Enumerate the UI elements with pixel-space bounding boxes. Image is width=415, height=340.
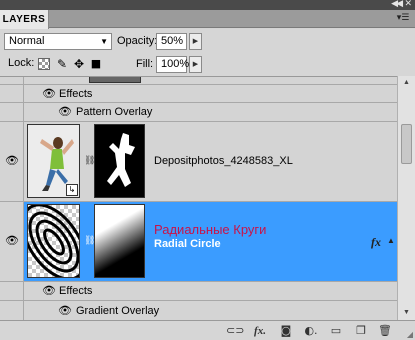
layer-name[interactable]: Depositphotos_4248583_XL xyxy=(154,155,293,167)
eye-icon[interactable]: 👁 xyxy=(42,88,56,100)
layers-bottom-toolbar: ⊂⊃ fx. ◙ ◐. ▭ ❐ 🗑 ◢ xyxy=(0,320,415,340)
layers-list: 👁 Effects 👁 Pattern Overlay 👁 ↳ ⛓ Deposi… xyxy=(0,76,397,320)
visibility-column xyxy=(0,77,24,84)
fill-slider-toggle[interactable]: ▶ xyxy=(189,56,202,73)
visibility-column: 👁 xyxy=(0,122,24,201)
lock-label: Lock: xyxy=(8,57,35,69)
effects-row-top[interactable]: 👁 Effects xyxy=(0,85,397,103)
effect-item-pattern-overlay[interactable]: 👁 Pattern Overlay xyxy=(0,103,397,122)
mask-silhouette-icon xyxy=(95,125,144,197)
layer-thumbnail-partial xyxy=(89,77,141,83)
tab-layers[interactable]: LAYERS xyxy=(0,10,49,29)
eye-icon[interactable]: 👁 xyxy=(5,155,19,167)
delete-layer-icon[interactable]: 🗑 xyxy=(377,324,393,338)
fill-input[interactable]: 100% xyxy=(156,56,189,73)
layer-mask-photo[interactable] xyxy=(94,124,145,198)
blend-opacity-row: Normal ▼ Opacity: 50% ▶ xyxy=(0,29,415,54)
layer-row-photo[interactable]: 👁 ↳ ⛓ Depositphotos_4248583_XL xyxy=(0,122,397,202)
resize-grip-icon[interactable]: ◢ xyxy=(407,330,413,339)
visibility-column: 👁 xyxy=(0,202,24,281)
panel-tab-row: LAYERS ▾☰ xyxy=(0,10,415,29)
scroll-up-icon[interactable]: ▲ xyxy=(398,76,415,90)
eye-icon[interactable]: 👁 xyxy=(58,106,72,118)
eye-icon[interactable]: 👁 xyxy=(5,235,19,247)
visibility-column xyxy=(0,282,24,300)
radial-circles-icon xyxy=(28,205,79,277)
panel-titlebar: ◀◀ ✕ xyxy=(0,0,415,10)
effect-item-gradient-overlay[interactable]: 👁 Gradient Overlay xyxy=(0,301,397,320)
fill-label: Fill: xyxy=(136,58,154,70)
add-mask-icon[interactable]: ◙ xyxy=(278,324,294,338)
effects-row-bottom[interactable]: 👁 Effects xyxy=(0,282,397,301)
panel-menu-icon[interactable]: ▾☰ xyxy=(395,12,411,25)
lock-brush-icon[interactable]: ✎ xyxy=(55,57,69,71)
layer-mask-radial[interactable] xyxy=(94,204,145,278)
eye-icon[interactable]: 👁 xyxy=(58,305,72,317)
opacity-label: Opacity: xyxy=(117,35,158,47)
visibility-column xyxy=(0,103,24,121)
lock-move-icon[interactable]: ✥ xyxy=(72,57,86,71)
smart-object-icon: ↳ xyxy=(66,184,78,196)
add-style-icon[interactable]: fx. xyxy=(252,324,268,338)
layer-thumbnail-photo: ↳ xyxy=(27,124,80,198)
scroll-thumb[interactable] xyxy=(401,124,412,164)
scroll-down-icon[interactable]: ▼ xyxy=(398,306,415,320)
lock-transparency-icon[interactable] xyxy=(38,58,50,70)
chevron-down-icon: ▼ xyxy=(100,37,108,46)
link-layers-icon[interactable]: ⊂⊃ xyxy=(226,324,244,338)
opacity-input[interactable]: 50% xyxy=(156,33,187,50)
layer-row-partial[interactable] xyxy=(0,77,397,85)
fx-icon[interactable]: fx xyxy=(371,235,381,250)
layer-thumbnail-radial xyxy=(27,204,80,278)
blend-mode-value: Normal xyxy=(9,35,45,47)
layers-scrollbar[interactable]: ▲ ▼ xyxy=(397,76,415,320)
chevron-up-icon[interactable]: ▲ xyxy=(387,236,395,245)
lock-all-icon[interactable]: ■ xyxy=(89,57,103,71)
effects-label: Effects xyxy=(59,285,93,297)
layer-title: Радиальные Круги xyxy=(154,222,267,237)
visibility-column xyxy=(0,301,24,320)
new-layer-icon[interactable]: ❐ xyxy=(353,324,369,338)
layer-row-radial-circle-selected[interactable]: 👁 ⛓ Радиальные Круги Radial Circle fx ▲ xyxy=(0,202,397,282)
effect-name: Gradient Overlay xyxy=(76,305,160,317)
close-icon[interactable]: ✕ xyxy=(404,0,412,9)
opacity-slider-toggle[interactable]: ▶ xyxy=(189,33,202,50)
effects-label: Effects xyxy=(59,88,93,100)
visibility-column xyxy=(0,85,24,102)
new-group-icon[interactable]: ▭ xyxy=(328,324,344,338)
layer-name[interactable]: Radial Circle xyxy=(154,238,221,250)
eye-icon[interactable]: 👁 xyxy=(42,285,56,297)
adjustment-layer-icon[interactable]: ◐. xyxy=(303,324,319,338)
effect-name: Pattern Overlay xyxy=(76,106,153,118)
collapse-panels-icon[interactable]: ◀◀ xyxy=(391,0,403,9)
blend-mode-select[interactable]: Normal ▼ xyxy=(4,33,112,50)
